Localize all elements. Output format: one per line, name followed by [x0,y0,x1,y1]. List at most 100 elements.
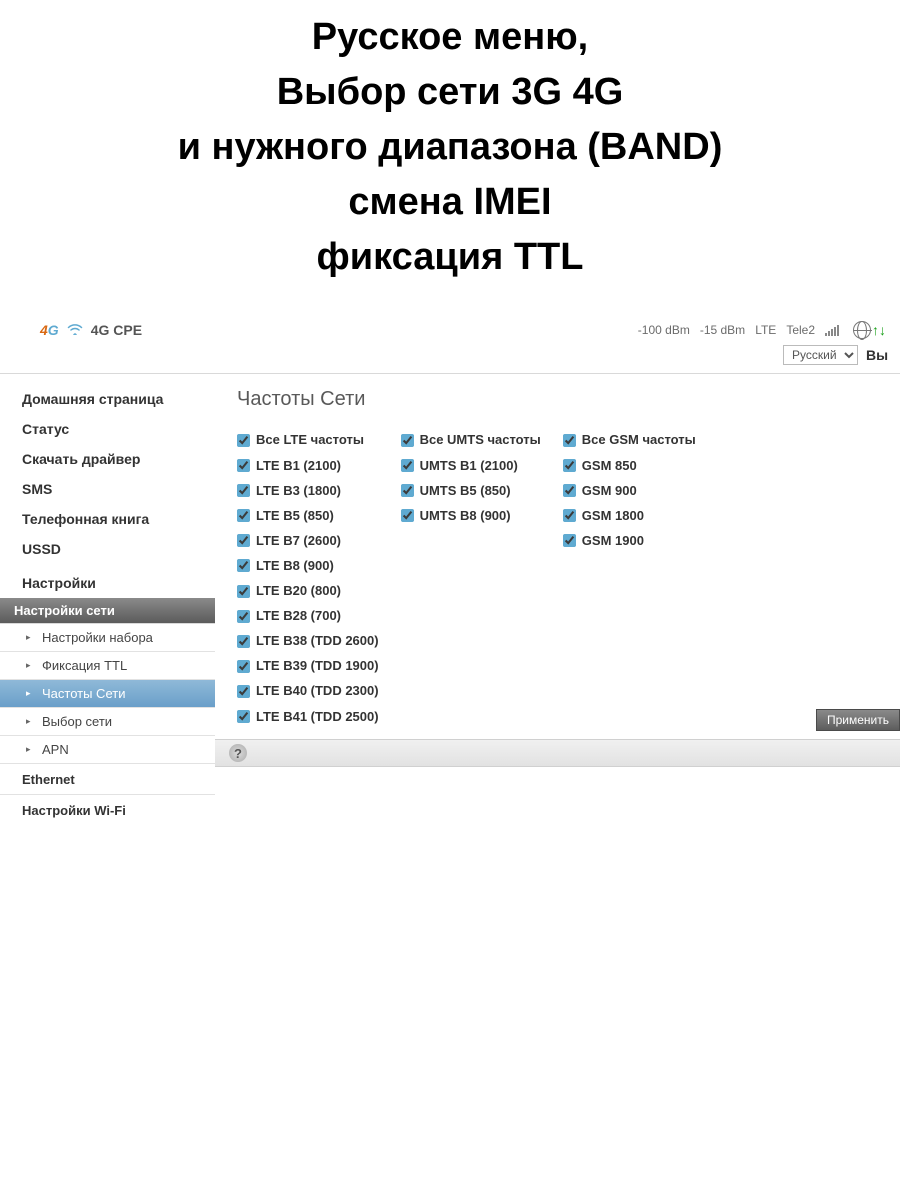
sidebar-nav: Домашняя страница Статус Скачать драйвер… [0,374,215,825]
lte-band-checkbox[interactable] [237,635,250,648]
umts-band-label: UMTS B5 (850) [420,480,511,502]
lte-band-checkbox[interactable] [237,710,250,723]
lte-band-checkbox[interactable] [237,484,250,497]
lte-band-row[interactable]: LTE B7 (2600) [237,530,379,552]
language-select[interactable]: Русский [783,345,858,365]
umts-band-row[interactable]: UMTS B1 (2100) [401,455,541,477]
gsm-band-label: GSM 1800 [582,505,644,527]
umts-band-checkbox[interactable] [401,484,414,497]
promo-line-1: Русское меню, [20,10,880,65]
umts-column: Все UMTS частоты UMTS B1 (2100) UMTS B5 (8… [401,429,541,727]
umts-band-checkbox[interactable] [401,434,414,447]
gsm-band-checkbox[interactable] [563,534,576,547]
sidebar-sub-netselect[interactable]: ▸Выбор сети [0,708,215,736]
umts-band-label: Все UMTS частоты [420,429,541,451]
sidebar-item-driver[interactable]: Скачать драйвер [0,444,215,474]
sidebar-item-sms[interactable]: SMS [0,474,215,504]
sidebar-group-wifi[interactable]: Настройки Wi-Fi [0,795,215,825]
umts-band-row[interactable]: UMTS B5 (850) [401,480,541,502]
gsm-band-checkbox[interactable] [563,484,576,497]
promo-line-2: Выбор сети 3G 4G [20,65,880,120]
gsm-band-row[interactable]: GSM 1800 [563,505,696,527]
lte-band-row[interactable]: LTE B38 (TDD 2600) [237,630,379,652]
router-toolbar: 4G 4G CPE -100 dBm -15 dBm LTE Tele2 ↑↓ [0,315,900,341]
gsm-band-checkbox[interactable] [563,509,576,522]
gsm-band-label: GSM 900 [582,480,637,502]
sidebar-item-status[interactable]: Статус [0,414,215,444]
gsm-band-checkbox[interactable] [563,459,576,472]
operator-name: Tele2 [786,323,815,337]
umts-band-label: UMTS B8 (900) [420,505,511,527]
lte-band-checkbox[interactable] [237,559,250,572]
lte-band-row[interactable]: LTE B3 (1800) [237,480,379,502]
umts-band-row[interactable]: Все UMTS частоты [401,429,541,451]
sidebar-sub-ttl[interactable]: ▸Фиксация TTL [0,652,215,680]
gsm-band-label: Все GSM частоты [582,429,696,451]
page-title: Частоты Сети [237,388,900,411]
lte-band-checkbox[interactable] [237,685,250,698]
promo-line-4: смена IMEI [20,175,880,230]
chevron-right-icon: ▸ [26,744,36,755]
lte-band-checkbox[interactable] [237,660,250,673]
lte-band-label: LTE B28 (700) [256,605,341,627]
lte-band-row[interactable]: LTE B5 (850) [237,505,379,527]
chevron-right-icon: ▸ [26,688,36,699]
lte-band-label: LTE B39 (TDD 1900) [256,655,379,677]
sidebar-item-phonebook[interactable]: Телефонная книга [0,504,215,534]
lte-band-label: LTE B40 (TDD 2300) [256,680,379,702]
lte-band-checkbox[interactable] [237,610,250,623]
logo-4g-icon: 4G [40,322,59,338]
lte-band-label: LTE B3 (1800) [256,480,341,502]
lte-band-checkbox[interactable] [237,585,250,598]
gsm-band-row[interactable]: GSM 900 [563,480,696,502]
umts-band-checkbox[interactable] [401,509,414,522]
sidebar-sub-apn[interactable]: ▸ APN [0,736,215,764]
sidebar-sub-label: Выбор сети [42,714,112,729]
umts-band-checkbox[interactable] [401,459,414,472]
sidebar-sub-dial[interactable]: ▸Настройки набора [0,624,215,652]
sidebar-item-settings[interactable]: Настройки [0,568,215,598]
umts-band-label: UMTS B1 (2100) [420,455,518,477]
signal-dbm-1: -100 dBm [638,323,690,337]
logout-link-truncated[interactable]: Вы [866,347,890,363]
lte-band-row[interactable]: LTE B20 (800) [237,580,379,602]
gsm-band-label: GSM 850 [582,455,637,477]
promo-line-5: фиксация TTL [20,230,880,285]
lte-band-checkbox[interactable] [237,459,250,472]
network-mode: LTE [755,323,776,337]
lte-band-row[interactable]: LTE B39 (TDD 1900) [237,655,379,677]
sidebar-sub-label: APN [42,742,69,757]
lte-column: Все LTE частоты LTE B1 (2100) LTE B3 (1800… [237,429,379,727]
lte-band-label: LTE B41 (TDD 2500) [256,706,379,728]
lte-band-label: LTE B1 (2100) [256,455,341,477]
umts-band-row[interactable]: UMTS B8 (900) [401,505,541,527]
gsm-band-row[interactable]: Все GSM частоты [563,429,696,451]
chevron-right-icon: ▸ [26,632,36,643]
promo-line-3: и нужного диапазона (BAND) [20,120,880,175]
chevron-right-icon: ▸ [26,660,36,671]
language-row: Русский Вы [0,341,900,371]
gsm-band-label: GSM 1900 [582,530,644,552]
lte-band-row[interactable]: LTE B8 (900) [237,555,379,577]
lte-band-checkbox[interactable] [237,534,250,547]
sidebar-group-network[interactable]: Настройки сети [0,598,215,623]
lte-band-row[interactable]: Все LTE частоты [237,429,379,451]
gsm-band-row[interactable]: GSM 850 [563,455,696,477]
help-icon[interactable]: ? [229,744,247,762]
lte-band-row[interactable]: LTE B40 (TDD 2300) [237,680,379,702]
gsm-band-row[interactable]: GSM 1900 [563,530,696,552]
gsm-band-checkbox[interactable] [563,434,576,447]
lte-band-checkbox[interactable] [237,509,250,522]
lte-band-row[interactable]: LTE B28 (700) [237,605,379,627]
lte-band-checkbox[interactable] [237,434,250,447]
sidebar-group-ethernet[interactable]: Ethernet [0,764,215,795]
sidebar-item-home[interactable]: Домашняя страница [0,384,215,414]
internet-status-icon: ↑↓ [853,321,886,339]
sidebar-sub-bands[interactable]: ▸Частоты Сети [0,680,215,708]
lte-band-row[interactable]: LTE B41 (TDD 2500) [237,706,379,728]
lte-band-label: LTE B8 (900) [256,555,334,577]
apply-button[interactable]: Применить [816,709,900,731]
wifi-icon [67,322,83,338]
sidebar-item-ussd[interactable]: USSD [0,534,215,564]
lte-band-row[interactable]: LTE B1 (2100) [237,455,379,477]
